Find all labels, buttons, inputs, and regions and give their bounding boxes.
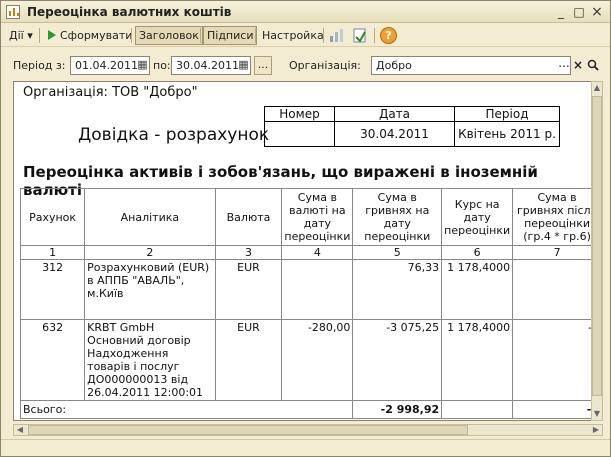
generate-button[interactable]: Сформувати bbox=[45, 26, 135, 45]
toolbar-separator bbox=[374, 28, 375, 43]
document-header-table: Номер Дата Період 30.04.2011 Квітень 201… bbox=[264, 106, 560, 147]
analytics-cell[interactable]: Розрахунковий (EUR) в АППБ "АВАЛЬ", м.Ки… bbox=[84, 259, 216, 320]
column-header: Аналітика bbox=[84, 188, 216, 246]
settings-button[interactable]: Настройка bbox=[259, 26, 327, 45]
filter-bar: Період з: 01.04.2011 ▦ по: 30.04.2011 ▦ … bbox=[1, 53, 610, 79]
column-number: 5 bbox=[352, 245, 443, 260]
toolbar-separator bbox=[255, 28, 256, 43]
search-icon[interactable] bbox=[586, 56, 600, 75]
table-row[interactable]: 312 Розрахунковий (EUR) в АППБ "АВАЛЬ", … bbox=[19, 259, 602, 320]
total-rate-empty bbox=[441, 400, 514, 419]
vertical-scroll-thumb[interactable] bbox=[592, 96, 602, 396]
column-number: 6 bbox=[441, 245, 514, 260]
column-number: 1 bbox=[19, 245, 86, 260]
organization-field[interactable]: Добро bbox=[371, 56, 571, 75]
generate-label: Сформувати bbox=[60, 29, 133, 42]
actions-menu[interactable]: Дії ▾ bbox=[6, 26, 36, 45]
header-col-number: Номер bbox=[264, 106, 335, 122]
header-date-value: 30.04.2011 bbox=[334, 121, 455, 147]
toolbar: Дії ▾ Сформувати Заголовок Підписи Настр… bbox=[1, 24, 610, 47]
analytics-cell[interactable]: KRBT GmbH Основний договір Надходження т… bbox=[84, 319, 216, 401]
report-organization: Організація: ТОВ "Добро" bbox=[23, 85, 198, 100]
total-sum-uah[interactable]: -2 998,92 bbox=[352, 400, 443, 419]
table-header-row: Рахунок Аналітика Валюта Сума в валюті н… bbox=[19, 188, 602, 246]
sum-after-cell[interactable] bbox=[512, 259, 602, 320]
minimize-button[interactable]: _ bbox=[553, 4, 569, 20]
toolbar-separator bbox=[131, 28, 132, 43]
maximize-button[interactable]: □ bbox=[571, 4, 587, 20]
currency-cell[interactable]: EUR bbox=[214, 319, 283, 401]
horizontal-scroll-thumb[interactable] bbox=[28, 425, 468, 435]
organization-label: Організація: bbox=[289, 59, 361, 72]
header-period-value: Квітень 2011 р. bbox=[454, 121, 560, 147]
account-cell[interactable]: 312 bbox=[19, 259, 86, 320]
sum-after-cell[interactable]: -3 bbox=[512, 319, 602, 401]
scroll-right-icon[interactable]: ▶ bbox=[590, 425, 602, 435]
total-label: Всього: bbox=[19, 400, 354, 419]
sum-currency-cell[interactable] bbox=[281, 259, 354, 320]
horizontal-scrollbar[interactable]: ◀ ▶ bbox=[13, 424, 603, 436]
calendar-icon[interactable]: ▦ bbox=[136, 56, 149, 75]
document-title: Довідка - розрахунок bbox=[78, 125, 270, 145]
report-spreadsheet[interactable]: Організація: ТОВ "Добро" Номер Дата Пері… bbox=[13, 81, 603, 421]
header-toggle-button[interactable]: Заголовок bbox=[135, 26, 203, 45]
chart-icon[interactable] bbox=[328, 27, 345, 44]
report-app-icon bbox=[6, 5, 20, 19]
clear-icon[interactable]: × bbox=[571, 56, 585, 75]
organization-select-button[interactable]: ... bbox=[557, 56, 571, 75]
scroll-left-icon[interactable]: ◀ bbox=[14, 425, 26, 435]
period-select-button[interactable]: ... bbox=[254, 56, 272, 75]
sum-currency-cell[interactable]: -280,00 bbox=[281, 319, 354, 401]
rate-cell[interactable]: 1 178,4000 bbox=[441, 319, 514, 401]
help-icon[interactable]: ? bbox=[380, 27, 397, 44]
account-cell[interactable]: 632 bbox=[19, 319, 86, 401]
column-header: Сума в гривнях на дату переоцінки bbox=[352, 188, 443, 246]
column-header: Рахунок bbox=[19, 188, 86, 246]
column-number: 7 bbox=[512, 245, 602, 260]
window-title: Переоцінка валютних коштів bbox=[27, 5, 232, 19]
table-row[interactable]: 632 KRBT GmbH Основний договір Надходжен… bbox=[19, 319, 602, 401]
column-header: Сума в валюті на дату переоцінки bbox=[281, 188, 354, 246]
calendar-icon[interactable]: ▦ bbox=[237, 56, 250, 75]
total-row[interactable]: Всього: -2 998,92 -3 bbox=[19, 400, 602, 419]
scroll-down-icon[interactable]: ▼ bbox=[592, 408, 602, 420]
toolbar-separator bbox=[323, 28, 324, 43]
status-bar bbox=[1, 439, 610, 456]
scroll-up-icon[interactable]: ▲ bbox=[592, 82, 602, 94]
column-number: 3 bbox=[214, 245, 283, 260]
signatures-toggle-button[interactable]: Підписи bbox=[203, 26, 258, 45]
toolbar-separator bbox=[200, 28, 201, 43]
header-number-value bbox=[264, 121, 335, 147]
header-col-period: Період bbox=[454, 106, 560, 122]
vertical-scrollbar[interactable]: ▲ ▼ bbox=[591, 81, 603, 421]
play-icon bbox=[48, 30, 56, 40]
column-number: 4 bbox=[281, 245, 354, 260]
column-header: Валюта bbox=[214, 188, 283, 246]
currency-cell[interactable]: EUR bbox=[214, 259, 283, 320]
total-sum-after[interactable]: -3 bbox=[512, 400, 602, 419]
period-from-label: Період з: bbox=[13, 59, 66, 72]
close-button[interactable]: × bbox=[589, 4, 605, 20]
toolbar-separator bbox=[39, 28, 40, 43]
header-col-date: Дата bbox=[334, 106, 455, 122]
column-header: Сума в гривнях після переоцінки (гр.4 * … bbox=[512, 188, 602, 246]
report-window: Переоцінка валютних коштів _ □ × Дії ▾ С… bbox=[0, 0, 611, 457]
period-to-label: по: bbox=[153, 59, 171, 72]
column-number-row: 1 2 3 4 5 6 7 bbox=[19, 245, 602, 260]
column-number: 2 bbox=[84, 245, 216, 260]
export-icon[interactable] bbox=[351, 27, 368, 44]
sum-uah-cell[interactable]: 76,33 bbox=[352, 259, 443, 320]
column-header: Курс на дату переоцінки bbox=[441, 188, 514, 246]
title-bar: Переоцінка валютних коштів _ □ × bbox=[1, 1, 610, 23]
sum-uah-cell[interactable]: -3 075,25 bbox=[352, 319, 443, 401]
revaluation-table: Рахунок Аналітика Валюта Сума в валюті н… bbox=[19, 188, 602, 419]
rate-cell[interactable]: 1 178,4000 bbox=[441, 259, 514, 320]
